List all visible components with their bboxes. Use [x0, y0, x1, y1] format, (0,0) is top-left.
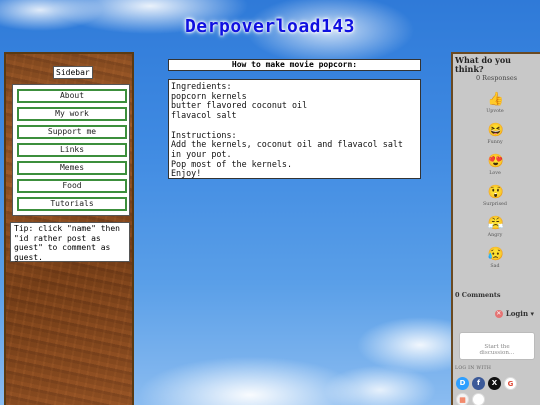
sad-face-icon: 😥	[487, 247, 504, 262]
reaction-angry[interactable]: 😤 Angry	[453, 216, 537, 238]
nav-link-about[interactable]: About	[17, 89, 127, 103]
reaction-upvote[interactable]: 👍 Upvote	[453, 92, 537, 114]
comment-count: 0 Comments	[455, 291, 501, 299]
login-button[interactable]: Login ▾	[506, 309, 534, 318]
reaction-label: Funny	[487, 140, 503, 145]
post-body: Ingredients: popcorn kernels butter flav…	[168, 79, 421, 179]
heart-eyes-icon: 😍	[487, 154, 504, 169]
reaction-label: Sad	[490, 264, 500, 269]
nav-link-support-me[interactable]: Support me	[17, 125, 127, 139]
reaction-label: Upvote	[486, 109, 504, 114]
nav-link-links[interactable]: Links	[17, 143, 127, 157]
google-icon[interactable]: G	[504, 377, 517, 390]
responses-count: 0 Responses	[475, 74, 518, 82]
reaction-funny[interactable]: 😆 Funny	[453, 123, 537, 145]
post-title: How to make movie popcorn:	[168, 59, 421, 71]
notification-icon: ✕	[494, 309, 503, 318]
reaction-label: Love	[489, 171, 501, 176]
sidebar: Sidebar About My work Support me Links M…	[4, 52, 134, 405]
nav-link-memes[interactable]: Memes	[17, 161, 127, 175]
comments-panel: What do you think? 0 Responses 👍 Upvote …	[451, 52, 540, 405]
nav-link-tutorials[interactable]: Tutorials	[17, 197, 127, 211]
reaction-label: Angry	[487, 233, 503, 238]
nav-link-food[interactable]: Food	[17, 179, 127, 193]
site-title: Derpoverload143	[184, 16, 356, 37]
microsoft-icon[interactable]: ▦	[456, 393, 469, 405]
x-icon[interactable]: X	[488, 377, 501, 390]
reaction-label: Surprised	[483, 202, 507, 207]
login-menu[interactable]: ✕ Login ▾	[494, 309, 534, 318]
sidebar-title: Sidebar	[53, 66, 93, 79]
angry-face-icon: 😤	[487, 216, 504, 231]
nav-link-my-work[interactable]: My work	[17, 107, 127, 121]
surprised-face-icon: 😲	[487, 185, 504, 200]
facebook-icon[interactable]: f	[472, 377, 485, 390]
comment-input[interactable]: Start the discussion…	[459, 332, 535, 360]
guest-comment-tip: Tip: click "name" then "id rather post a…	[10, 222, 130, 262]
laughing-face-icon: 😆	[487, 123, 504, 138]
login-with-label: LOG IN WITH	[455, 366, 492, 371]
reaction-sad[interactable]: 😥 Sad	[453, 247, 537, 269]
reaction-surprised[interactable]: 😲 Surprised	[453, 185, 537, 207]
sidebar-nav: About My work Support me Links Memes Foo…	[12, 84, 130, 216]
apple-icon[interactable]	[472, 393, 485, 405]
thumbs-up-icon: 👍	[487, 92, 504, 107]
disqus-icon[interactable]: D	[456, 377, 469, 390]
reaction-love[interactable]: 😍 Love	[453, 154, 537, 176]
reaction-prompt: What do you think?	[455, 55, 511, 74]
